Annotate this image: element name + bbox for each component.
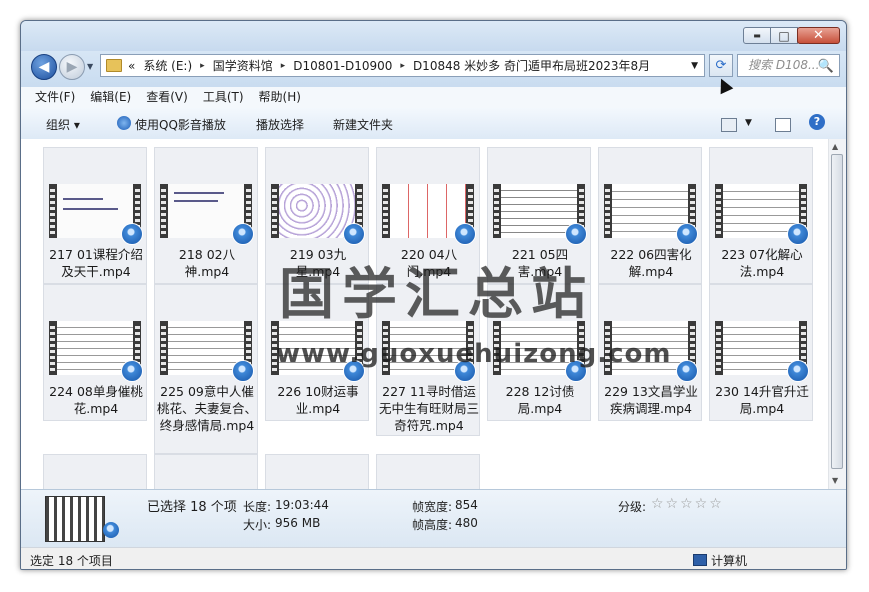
file-name: 229 13文昌学业疾病调理.mp4: [604, 384, 698, 416]
details-pane: 已选择 18 个项 长度: 19:03:44 大小: 956 MB 帧宽度: 8…: [21, 489, 846, 548]
folder-icon: [106, 59, 122, 72]
view-options-icon[interactable]: [721, 118, 737, 132]
file-tile[interactable]: 218 02八神.mp4: [154, 147, 258, 284]
file-tile[interactable]: 222 06四害化解.mp4: [598, 147, 702, 284]
size-label: 大小:: [243, 518, 272, 532]
file-name: 224 08单身催桃花.mp4: [49, 384, 143, 416]
search-input[interactable]: 搜索 D108... 🔍: [737, 54, 840, 77]
qq-video-badge-icon: [103, 522, 119, 538]
qq-video-badge-icon: [454, 223, 476, 245]
file-name: 223 07化解心法.mp4: [721, 247, 803, 279]
status-selection: 选定 18 个项目: [30, 554, 113, 568]
breadcrumb-separator-icon[interactable]: ▸: [200, 61, 205, 71]
file-tile[interactable]: [43, 454, 147, 494]
forward-button[interactable]: ▶: [59, 54, 85, 80]
scroll-up-icon[interactable]: ▲: [832, 142, 838, 151]
length-value: 19:03:44: [275, 498, 329, 512]
file-tile[interactable]: 230 14升官升迁局.mp4: [709, 284, 813, 421]
file-tile[interactable]: [265, 454, 369, 494]
frame-height-label: 帧高度:: [412, 518, 453, 532]
file-name: 227 11寻时借运无中生有旺财局三奇符咒.mp4: [379, 384, 480, 433]
breadcrumb-folder-2[interactable]: D10801-D10900: [293, 59, 392, 73]
breadcrumb-drive[interactable]: 系统 (E:): [143, 57, 192, 74]
file-name: 222 06四害化解.mp4: [610, 247, 692, 279]
watermark-title: 国学汇总站: [279, 262, 595, 326]
recent-pages-dropdown-icon[interactable]: ▼: [87, 62, 93, 71]
file-name: 218 02八神.mp4: [178, 247, 236, 279]
breadcrumb-folder-3[interactable]: D10848 米妙多 奇门遁甲布局班2023年8月: [413, 57, 650, 74]
minimize-button[interactable]: ▬: [743, 27, 771, 44]
qq-video-badge-icon: [232, 360, 254, 382]
watermark-url: www.guoxuehuizong.com: [276, 339, 672, 369]
file-tile[interactable]: [376, 454, 480, 494]
qq-video-badge-icon: [121, 223, 143, 245]
menu-help[interactable]: 帮助(H): [259, 87, 301, 108]
selected-count: 已选择 18 个项: [147, 500, 237, 515]
file-tile[interactable]: 217 01课程介绍及天干.mp4: [43, 147, 147, 284]
file-tile[interactable]: [154, 454, 258, 494]
qq-video-badge-icon: [676, 223, 698, 245]
menu-file[interactable]: 文件(F): [35, 87, 75, 108]
length-label: 长度:: [243, 500, 272, 514]
file-name: 217 01课程介绍及天干.mp4: [49, 247, 143, 279]
qq-video-badge-icon: [565, 223, 587, 245]
file-list[interactable]: 217 01课程介绍及天干.mp4 218 02八神.mp4 219 03九星.…: [21, 139, 846, 494]
qq-video-badge-icon: [121, 360, 143, 382]
scroll-down-icon[interactable]: ▼: [832, 476, 838, 485]
frame-height-value: 480: [455, 516, 478, 530]
status-bar: 选定 18 个项目 计算机: [21, 547, 846, 569]
play-selection-button[interactable]: 播放选择: [256, 116, 304, 133]
scroll-thumb[interactable]: [831, 154, 843, 469]
back-button[interactable]: ◀: [31, 54, 57, 80]
file-name: 225 09意中人催桃花、夫妻复合、终身感情局.mp4: [157, 384, 258, 433]
organize-button[interactable]: 组织 ▾: [46, 116, 80, 133]
breadcrumb-folder-1[interactable]: 国学资料馆: [213, 57, 273, 74]
command-bar: 组织 ▾ 使用QQ影音播放 播放选择 新建文件夹 ▼ ?: [21, 108, 846, 140]
file-tile[interactable]: 223 07化解心法.mp4: [709, 147, 813, 284]
close-button[interactable]: ✕: [797, 27, 840, 44]
qq-video-badge-icon: [676, 360, 698, 382]
new-folder-button[interactable]: 新建文件夹: [333, 116, 393, 133]
maximize-button[interactable]: □: [770, 27, 798, 44]
breadcrumb-separator-icon[interactable]: ▸: [400, 61, 405, 71]
view-dropdown-icon[interactable]: ▼: [745, 118, 752, 128]
qq-video-badge-icon: [343, 223, 365, 245]
frame-width-label: 帧宽度:: [412, 500, 453, 514]
rating-label: 分级:: [618, 500, 647, 514]
breadcrumb-separator-icon[interactable]: ▸: [281, 61, 286, 71]
menu-view[interactable]: 查看(V): [146, 87, 188, 108]
address-dropdown-icon[interactable]: ▼: [691, 61, 698, 71]
address-bar[interactable]: « 系统 (E:) ▸ 国学资料馆 ▸ D10801-D10900 ▸ D108…: [100, 54, 705, 77]
file-name: 230 14升官升迁局.mp4: [715, 384, 809, 416]
size-value: 956 MB: [275, 516, 321, 530]
selection-thumbnail: [45, 496, 105, 542]
menu-tools[interactable]: 工具(T): [203, 87, 244, 108]
qq-video-badge-icon: [787, 223, 809, 245]
qq-video-badge-icon: [787, 360, 809, 382]
file-tile[interactable]: 225 09意中人催桃花、夫妻复合、终身感情局.mp4: [154, 284, 258, 454]
qq-player-icon: [117, 116, 131, 130]
file-name: 226 10财运事业.mp4: [277, 384, 359, 416]
search-placeholder: 搜索 D108...: [748, 58, 820, 72]
preview-pane-icon[interactable]: [775, 118, 791, 132]
address-prefix[interactable]: «: [128, 59, 135, 73]
status-computer: 计算机: [711, 554, 748, 568]
qq-video-badge-icon: [232, 223, 254, 245]
play-with-qq-button[interactable]: 使用QQ影音播放: [135, 116, 226, 133]
file-name: 228 12讨债局.mp4: [505, 384, 575, 416]
computer-icon: [693, 554, 707, 566]
explorer-window: ▬ □ ✕ ◀ ▶ ▼ « 系统 (E:) ▸ 国学资料馆 ▸ D10801-D…: [20, 20, 847, 570]
help-icon[interactable]: ?: [809, 114, 825, 130]
menu-edit[interactable]: 编辑(E): [90, 87, 131, 108]
frame-width-value: 854: [455, 498, 478, 512]
file-tile[interactable]: 224 08单身催桃花.mp4: [43, 284, 147, 421]
rating-stars[interactable]: ☆☆☆☆☆: [651, 496, 724, 512]
vertical-scrollbar[interactable]: ▲ ▼: [828, 139, 846, 489]
search-icon[interactable]: 🔍: [818, 56, 834, 77]
title-bar: ▬ □ ✕: [21, 21, 846, 53]
refresh-icon[interactable]: ⟳: [709, 54, 733, 77]
